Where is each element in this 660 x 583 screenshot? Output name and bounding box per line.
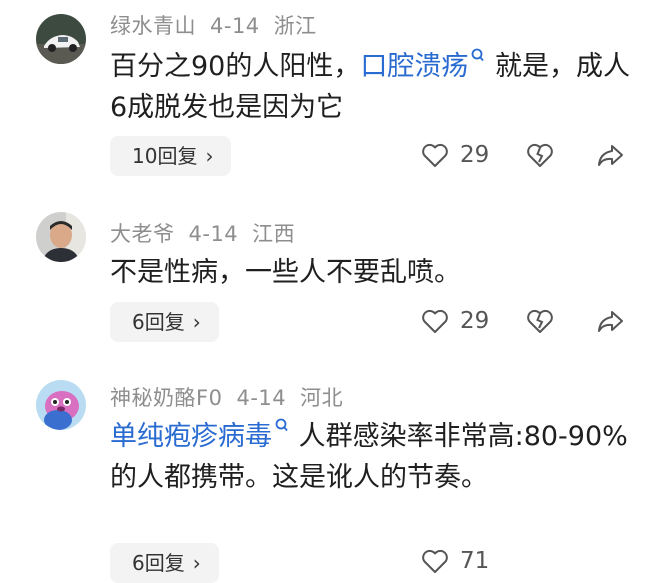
avatar[interactable] (36, 380, 86, 430)
chevron-right-icon: › (205, 144, 214, 168)
like-count: 71 (460, 548, 490, 574)
comment-text-part: 不是性病，一些人不要乱喷。 (110, 257, 461, 288)
topic-link[interactable]: 单纯疱疹病毒 (110, 418, 290, 452)
comment-item: 大老爷 4-14 江西 不是性病，一些人不要乱喷。 6回复 › 29 (0, 190, 660, 360)
comment-meta: 绿水青山 4-14 浙江 (110, 10, 331, 40)
replies-count: 10回复 (132, 144, 198, 168)
share-button[interactable] (595, 306, 625, 336)
comment-actions: 29 (420, 140, 640, 176)
topic-link[interactable]: 口腔溃疡 (360, 48, 486, 82)
like-button[interactable]: 29 (420, 306, 489, 336)
search-icon (275, 418, 288, 432)
comment-location: 江西 (252, 222, 296, 246)
view-replies-button[interactable]: 10回复 › (110, 136, 232, 176)
username[interactable]: 神秘奶酪F0 (110, 386, 222, 410)
comment-meta: 神秘奶酪F0 4-14 河北 (110, 382, 357, 412)
like-count: 29 (460, 308, 490, 334)
comment-text: 单纯疱疹病毒 人群感染率非常高:80-90%的人都携带。这是讹人的节奏。 (110, 416, 630, 498)
like-button[interactable]: 29 (420, 140, 489, 170)
broken-heart-icon (527, 309, 553, 333)
search-icon (471, 48, 485, 62)
avatar[interactable] (36, 212, 86, 262)
dislike-button[interactable] (525, 140, 555, 170)
chevron-right-icon: › (192, 551, 201, 575)
username[interactable]: 大老爷 (110, 222, 175, 246)
comment-item: 神秘奶酪F0 4-14 河北 单纯疱疹病毒 人群感染率非常高:80-90%的人都携带… (0, 360, 660, 583)
comment-location: 河北 (300, 386, 344, 410)
share-arrow-icon (598, 145, 623, 166)
replies-count: 6回复 (132, 310, 185, 334)
comment-location: 浙江 (273, 14, 317, 38)
comment-item: 绿水青山 4-14 浙江 百分之90的人阳性，口腔溃疡 就是，成人6成脱发也是因为它… (0, 0, 660, 190)
heart-outline-icon (422, 143, 448, 167)
comment-text-part: 百分之90的人阳性， (110, 51, 361, 82)
dislike-button[interactable] (525, 306, 555, 336)
share-button[interactable] (595, 140, 625, 170)
heart-outline-icon (422, 549, 448, 573)
comment-date: 4-14 (188, 222, 239, 246)
comment-actions: 29 (420, 306, 640, 342)
like-button[interactable]: 71 (420, 546, 489, 576)
comment-date: 4-14 (236, 386, 287, 410)
broken-heart-icon (527, 143, 553, 167)
comment-actions: 71 (420, 546, 640, 582)
username[interactable]: 绿水青山 (110, 14, 196, 38)
chevron-right-icon: › (192, 310, 201, 334)
comment-text: 百分之90的人阳性，口腔溃疡 就是，成人6成脱发也是因为它 (110, 46, 630, 128)
avatar[interactable] (36, 14, 86, 64)
like-count: 29 (460, 142, 490, 168)
heart-outline-icon (422, 309, 448, 333)
comment-meta: 大老爷 4-14 江西 (110, 218, 309, 248)
share-arrow-icon (598, 311, 623, 332)
comment-date: 4-14 (210, 14, 260, 38)
comment-text: 不是性病，一些人不要乱喷。 (110, 252, 630, 293)
replies-count: 6回复 (132, 551, 185, 575)
view-replies-button[interactable]: 6回复 › (110, 543, 219, 583)
view-replies-button[interactable]: 6回复 › (110, 302, 219, 342)
